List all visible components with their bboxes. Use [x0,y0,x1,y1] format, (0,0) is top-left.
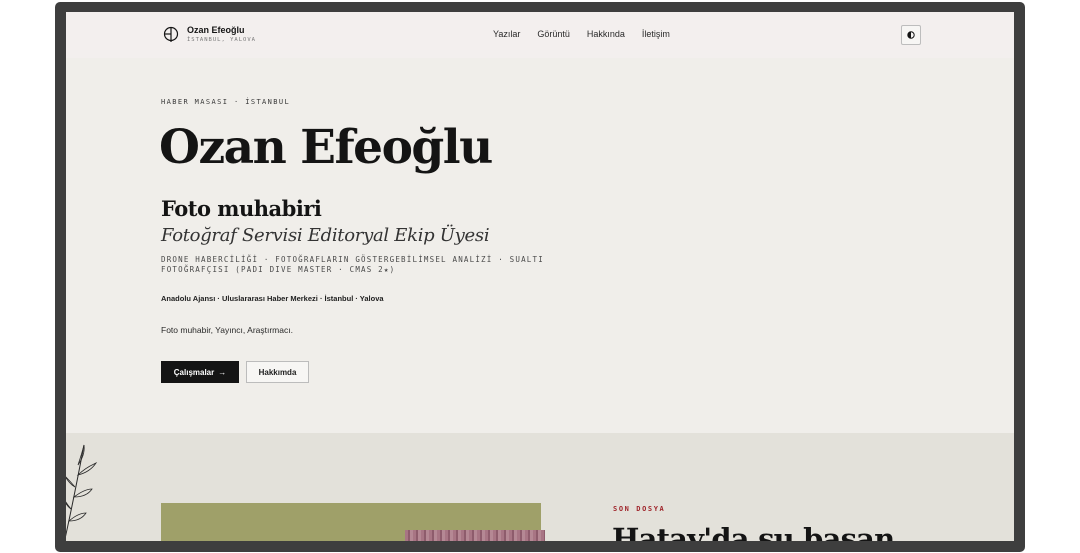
brand-name[interactable]: Ozan Efeoğlu [187,25,245,35]
contrast-icon [907,31,915,39]
brand-location: İSTANBUL, YALOVA [187,37,256,43]
main-nav: Yazılar Görüntü Hakkında İletişim [493,29,670,39]
nav-item-hakkinda[interactable]: Hakkında [587,29,625,39]
hero-role-subtitle: Fotoğraf Servisi Editoryal Ekip Üyesi [161,225,490,246]
hero-skills: DRONE HABERCİLİĞİ · FOTOĞRAFLARIN GÖSTER… [161,255,544,274]
about-button-label: Hakkımda [258,367,297,377]
browser-viewport: Ozan Efeoğlu İSTANBUL, YALOVA Yazılar Gö… [66,12,1014,541]
featured-image[interactable] [161,503,545,541]
works-button-label: Çalışmalar [173,367,215,377]
featured-kicker: SON DOSYA [613,505,666,513]
about-button[interactable]: Hakkımda [246,361,309,383]
arrow-right-icon: → [218,367,227,377]
hero-title: Ozan Efeoğlu [159,120,493,175]
nav-item-iletisim[interactable]: İletişim [642,29,670,39]
site-header: Ozan Efeoğlu İSTANBUL, YALOVA Yazılar Gö… [66,12,1014,58]
hero-bio: Foto muhabir, Yayıncı, Araştırmacı. [161,325,293,335]
leaf-sprig-icon [66,444,98,537]
featured-title[interactable]: Hatay'da su basan [612,522,895,541]
hero-role: Foto muhabiri [161,196,322,221]
nav-item-goruntu[interactable]: Görüntü [537,29,570,39]
logo-icon[interactable] [163,26,179,42]
theme-toggle-button[interactable] [901,25,921,45]
nav-item-yazilar[interactable]: Yazılar [493,29,520,39]
hero-kicker: HABER MASASI · İSTANBUL [161,98,291,106]
image-fabric-detail [405,530,545,541]
hero-organizations: Anadolu Ajansı · Uluslararası Haber Merk… [161,294,384,303]
featured-section: SON DOSYA Hatay'da su basan [66,433,1014,541]
works-button[interactable]: Çalışmalar → [161,361,239,383]
